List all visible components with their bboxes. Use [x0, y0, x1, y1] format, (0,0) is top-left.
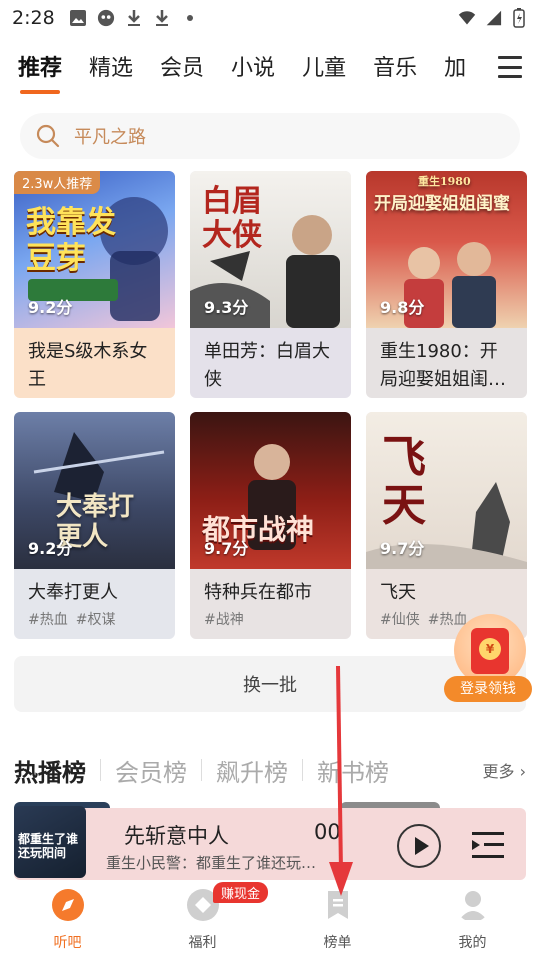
tab-hot[interactable]: 热播榜: [14, 753, 100, 788]
ranking-tabs: 热播榜 会员榜 飙升榜 新书榜 更多 ›: [14, 750, 526, 790]
menu-icon[interactable]: [498, 56, 522, 78]
nav-welfare[interactable]: 福利 赚现金: [135, 880, 270, 960]
book-title: 单田芳：白眉大侠: [204, 341, 330, 390]
playlist-icon[interactable]: [472, 830, 504, 860]
category-tabs: 推荐 精选 会员 小说 儿童 音乐 加: [0, 50, 540, 96]
book-info: 特种兵在都市 #战神: [190, 569, 351, 639]
app-icon: [97, 9, 115, 27]
cover-title: 飞天: [382, 432, 426, 531]
nav-profile[interactable]: 我的: [405, 880, 540, 960]
tag: #战神: [204, 612, 244, 628]
user-icon: [458, 891, 487, 920]
annotation-arrow: [329, 666, 353, 896]
bottom-nav: 听吧 福利 赚现金 榜单 我的: [0, 880, 540, 960]
book-title: 大奉打更人: [28, 582, 118, 603]
book-title: 我是S级木系女王: [28, 341, 148, 390]
tab-music[interactable]: 音乐: [373, 50, 417, 88]
book-cover: 2.3w人推荐 我靠发豆芽 9.2分: [14, 171, 175, 328]
rating: 9.2分: [28, 539, 73, 558]
divider: [302, 759, 303, 781]
book-cover: 白眉大侠 9.3分: [190, 171, 351, 328]
nav-label: 福利: [188, 935, 217, 951]
coin-icon: ¥: [479, 638, 501, 660]
cover-title: 白眉大侠: [202, 184, 262, 253]
dot-icon: [181, 9, 199, 27]
rating: 9.8分: [380, 298, 425, 317]
tab-children[interactable]: 儿童: [302, 50, 346, 88]
mini-player[interactable]: 都重生了谁还玩阳间 先斩意中人 00 重生小民警：都重生了谁还玩…: [14, 806, 526, 880]
play-button[interactable]: [397, 824, 441, 868]
login-reward-label: 登录领钱: [444, 676, 532, 702]
tab-rising[interactable]: 飙升榜: [216, 753, 302, 788]
book-card[interactable]: 都市战神 9.7分 特种兵在都市 #战神: [190, 412, 351, 639]
earn-cash-badge: 赚现金: [213, 882, 269, 903]
player-subtitle: 重生小民警：都重生了谁还玩…: [106, 854, 317, 872]
tag: #热血: [28, 612, 68, 628]
status-time: 2:28: [12, 7, 55, 29]
image-icon: [69, 9, 87, 27]
book-tags: #战神: [204, 609, 339, 629]
book-info: 单田芳：白眉大侠: [190, 328, 351, 398]
book-card[interactable]: 白眉大侠 9.3分 单田芳：白眉大侠: [190, 171, 351, 398]
notification-icons: [69, 9, 199, 27]
download-icon: [153, 9, 171, 27]
tab-novel[interactable]: 小说: [231, 50, 275, 88]
book-info: 重生1980：开局迎娶姐姐闺…: [366, 328, 527, 398]
player-cover-text: 都重生了谁还玩阳间: [18, 832, 79, 860]
search-bar[interactable]: 平凡之路: [20, 113, 520, 159]
tab-vip-rank[interactable]: 会员榜: [115, 753, 201, 788]
book-title: 特种兵在都市: [204, 582, 312, 603]
rating: 9.3分: [204, 298, 249, 317]
book-cover: 都市战神 9.7分: [190, 412, 351, 569]
wifi-icon: [458, 9, 476, 27]
recommend-badge: 2.3w人推荐: [14, 171, 101, 194]
tab-more-partial[interactable]: 加: [444, 50, 466, 88]
rating: 9.7分: [380, 539, 425, 558]
cover-title: 我靠发豆芽: [26, 205, 116, 276]
rating: 9.7分: [204, 539, 249, 558]
book-cover: 飞天 9.7分: [366, 412, 527, 569]
nav-label: 听吧: [53, 935, 82, 951]
tag: #权谋: [75, 612, 116, 628]
book-tags: #热血 #权谋: [28, 609, 163, 629]
battery-icon: [510, 8, 528, 28]
nav-label: 榜单: [323, 935, 352, 951]
book-card[interactable]: 重生1980 开局迎娶姐姐闺蜜 9.8分 重生1980：开局迎娶姐姐闺…: [366, 171, 527, 398]
tab-featured[interactable]: 精选: [89, 50, 133, 88]
search-placeholder: 平凡之路: [74, 127, 146, 148]
system-icons: [458, 8, 528, 28]
compass-icon: [51, 889, 84, 921]
book-info: 大奉打更人 #热血 #权谋: [14, 569, 175, 639]
book-cover: 大奉打更人 9.2分: [14, 412, 175, 569]
rating: 9.2分: [28, 298, 73, 317]
tab-recommend[interactable]: 推荐: [18, 50, 62, 94]
book-cover: 重生1980 开局迎娶姐姐闺蜜 9.8分: [366, 171, 527, 328]
nav-label: 我的: [458, 935, 487, 951]
book-title: 重生1980：开局迎娶姐姐闺…: [380, 341, 506, 390]
tab-vip[interactable]: 会员: [160, 50, 204, 88]
nav-listen[interactable]: 听吧: [0, 880, 135, 960]
player-cover[interactable]: 都重生了谁还玩阳间: [14, 806, 86, 878]
book-card[interactable]: 大奉打更人 9.2分 大奉打更人 #热血 #权谋: [14, 412, 175, 639]
search-icon: [36, 124, 60, 148]
divider: [201, 759, 202, 781]
signal-icon: [484, 9, 502, 27]
cover-small-title: 重生1980: [418, 175, 471, 188]
cover-title: 开局迎娶姐姐闺蜜: [374, 194, 510, 214]
book-card[interactable]: 2.3w人推荐 我靠发豆芽 9.2分 我是S级木系女王: [14, 171, 175, 398]
tag: #仙侠: [380, 612, 420, 628]
player-title: 先斩意中人: [124, 824, 229, 848]
more-link[interactable]: 更多 ›: [483, 758, 527, 782]
book-title: 飞天: [380, 582, 416, 603]
book-info: 我是S级木系女王: [14, 328, 175, 398]
divider: [100, 759, 101, 781]
status-bar: 2:28: [0, 0, 540, 36]
download-icon: [125, 9, 143, 27]
book-card[interactable]: 飞天 9.7分 飞天 #仙侠 #热血: [366, 412, 527, 639]
login-reward-button[interactable]: ¥ 登录领钱: [444, 614, 532, 702]
